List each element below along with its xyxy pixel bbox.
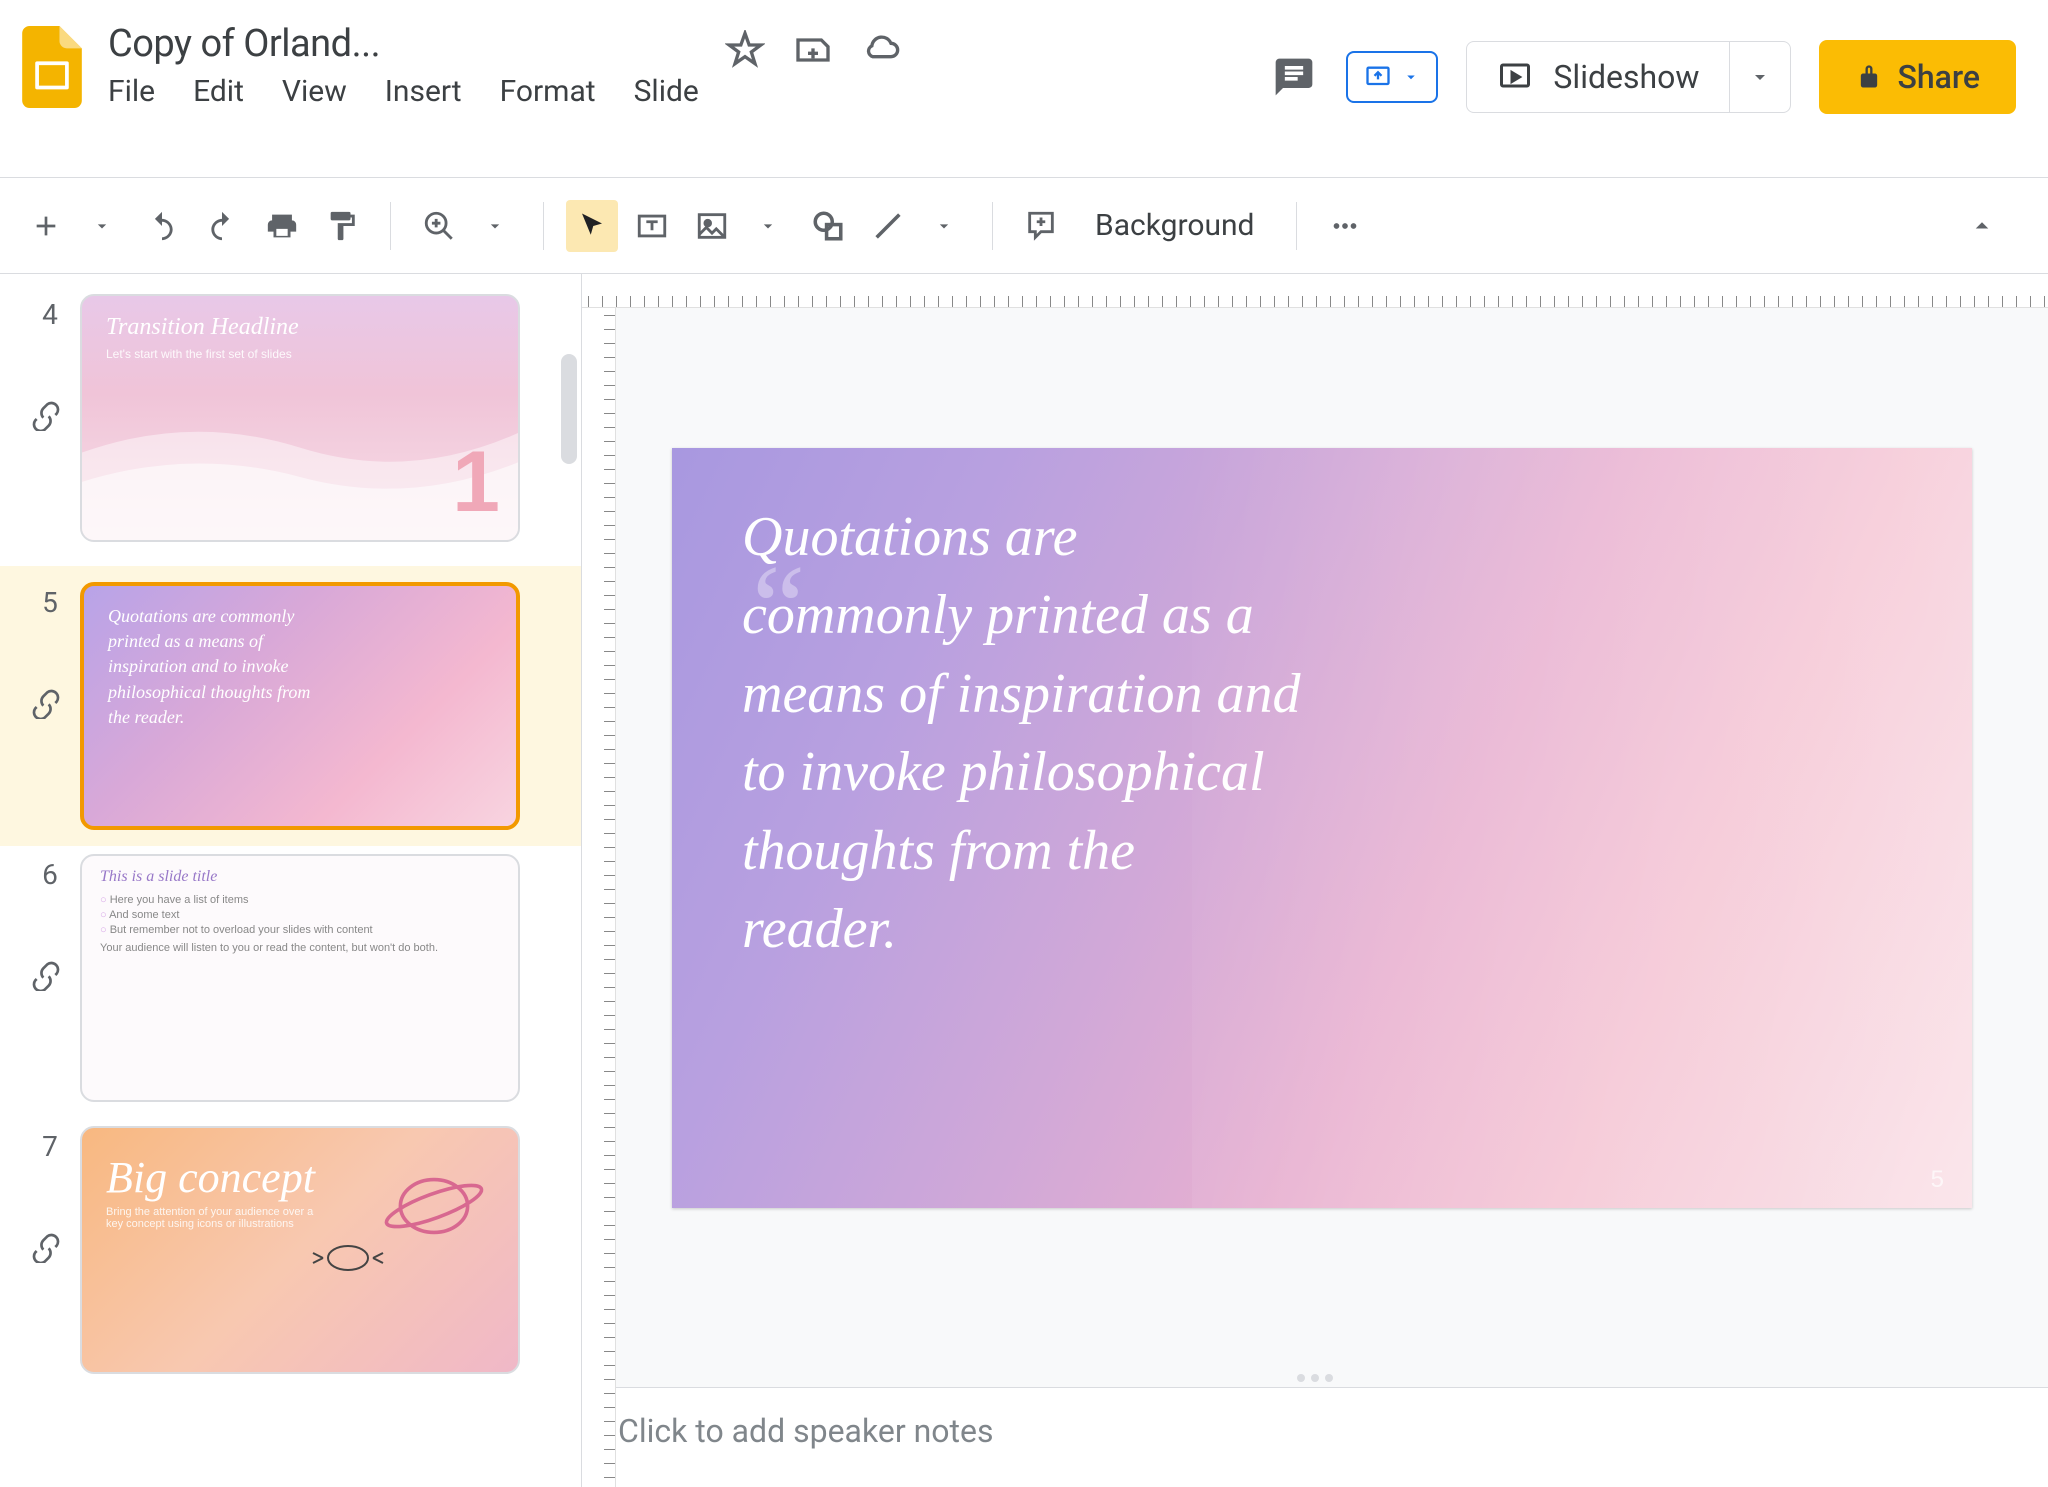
menu-view[interactable]: View xyxy=(282,74,347,109)
more-options-button[interactable] xyxy=(1319,200,1371,252)
thumb-row-5[interactable]: 5 Quotations are commonly printed as a m… xyxy=(0,566,581,846)
comment-button[interactable] xyxy=(1015,200,1067,252)
background-button[interactable]: Background xyxy=(1075,208,1274,243)
cloud-icon[interactable] xyxy=(859,28,903,72)
thumb-title: This is a slide title xyxy=(100,868,500,886)
move-icon[interactable] xyxy=(791,28,835,72)
link-icon xyxy=(30,1231,70,1271)
new-slide-dropdown[interactable] xyxy=(76,200,128,252)
speaker-notes[interactable]: Click to add speaker notes xyxy=(582,1387,2048,1487)
shape-tool[interactable] xyxy=(802,200,854,252)
list-item: And some text xyxy=(100,909,500,921)
link-icon xyxy=(30,959,70,999)
image-tool[interactable] xyxy=(686,200,738,252)
comment-history-icon[interactable] xyxy=(1270,53,1318,101)
menu-edit[interactable]: Edit xyxy=(193,74,244,109)
new-slide-button[interactable] xyxy=(20,200,72,252)
collapse-toolbar-button[interactable] xyxy=(1956,200,2008,252)
slide-thumbnail[interactable]: This is a slide title Here you have a li… xyxy=(80,854,520,1102)
horizontal-ruler xyxy=(582,274,2048,308)
paint-format-button[interactable] xyxy=(316,200,368,252)
image-dropdown[interactable] xyxy=(742,200,794,252)
textbox-tool[interactable] xyxy=(626,200,678,252)
document-title[interactable]: Copy of Orland... xyxy=(108,22,699,66)
thumb-row-6[interactable]: 6 This is a slide title Here you have a … xyxy=(0,854,581,1102)
slide-canvas[interactable]: “ Quotations are commonly printed as a m… xyxy=(672,448,1972,1208)
slide-text[interactable]: Quotations are commonly printed as a mea… xyxy=(742,498,1302,968)
thumb-number: 4 xyxy=(20,294,80,331)
thumb-title: Transition Headline xyxy=(106,314,494,341)
select-tool[interactable] xyxy=(566,200,618,252)
line-dropdown[interactable] xyxy=(918,200,970,252)
thumb-quote: Quotations are commonly printed as a mea… xyxy=(108,604,319,730)
share-label: Share xyxy=(1897,58,1980,96)
menu-file[interactable]: File xyxy=(108,74,155,109)
thumb-row-4[interactable]: 4 Transition Headline Let's start with t… xyxy=(0,294,581,542)
list-item: But remember not to overload your slides… xyxy=(100,924,500,936)
thumb-subtitle: Let's start with the first set of slides xyxy=(106,347,494,361)
title-area: Copy of Orland... File Edit View Insert … xyxy=(108,12,699,109)
line-tool[interactable] xyxy=(862,200,914,252)
zoom-button[interactable] xyxy=(413,200,465,252)
star-icon[interactable] xyxy=(723,28,767,72)
list-item: Here you have a list of items xyxy=(100,894,500,906)
thumb-big-number: 1 xyxy=(452,433,500,532)
link-icon xyxy=(30,399,70,439)
slideshow-label: Slideshow xyxy=(1553,58,1699,96)
undo-button[interactable] xyxy=(136,200,188,252)
slide-page-number: 5 xyxy=(1931,1166,1944,1194)
menu-slide[interactable]: Slide xyxy=(634,74,699,109)
menu-format[interactable]: Format xyxy=(500,74,596,109)
menubar: File Edit View Insert Format Slide xyxy=(108,74,699,109)
slide-thumbnail-selected[interactable]: Quotations are commonly printed as a mea… xyxy=(80,582,520,830)
slideshow-button[interactable]: Slideshow xyxy=(1466,41,1791,113)
canvas-viewport[interactable]: “ Quotations are commonly printed as a m… xyxy=(582,308,2048,1369)
filmstrip-scrollbar[interactable] xyxy=(561,354,577,464)
redo-button[interactable] xyxy=(196,200,248,252)
canvas-area: “ Quotations are commonly printed as a m… xyxy=(582,274,2048,1487)
thumb-subtitle: Bring the attention of your audience ove… xyxy=(106,1206,319,1230)
header: Copy of Orland... File Edit View Insert … xyxy=(0,0,2048,178)
title-icons xyxy=(723,12,903,72)
slides-logo[interactable] xyxy=(16,22,88,112)
main: 4 Transition Headline Let's start with t… xyxy=(0,274,2048,1487)
thumb-row-7[interactable]: 7 Big concept Bring the attention of you… xyxy=(0,1126,581,1374)
separator xyxy=(1296,202,1297,250)
thumb-number: 5 xyxy=(20,582,80,619)
slide-thumbnail[interactable]: Big concept Bring the attention of your … xyxy=(80,1126,520,1374)
filmstrip: 4 Transition Headline Let's start with t… xyxy=(0,274,582,1487)
notes-resize-handle[interactable] xyxy=(582,1369,2048,1387)
header-actions: Slideshow Share xyxy=(1270,12,2032,114)
present-button[interactable] xyxy=(1346,51,1438,103)
menu-insert[interactable]: Insert xyxy=(385,74,462,109)
slide-thumbnail[interactable]: Transition Headline Let's start with the… xyxy=(80,294,520,542)
slideshow-main[interactable]: Slideshow xyxy=(1467,58,1729,96)
share-button[interactable]: Share xyxy=(1819,40,2016,114)
thumb-footer: Your audience will listen to you or read… xyxy=(100,942,500,954)
zoom-dropdown[interactable] xyxy=(469,200,521,252)
separator xyxy=(390,202,391,250)
toolbar: Background xyxy=(0,178,2048,274)
separator xyxy=(992,202,993,250)
thumb-number: 7 xyxy=(20,1126,80,1163)
separator xyxy=(543,202,544,250)
link-icon xyxy=(30,687,70,727)
slideshow-dropdown[interactable] xyxy=(1729,42,1790,112)
print-button[interactable] xyxy=(256,200,308,252)
thumb-number: 6 xyxy=(20,854,80,891)
